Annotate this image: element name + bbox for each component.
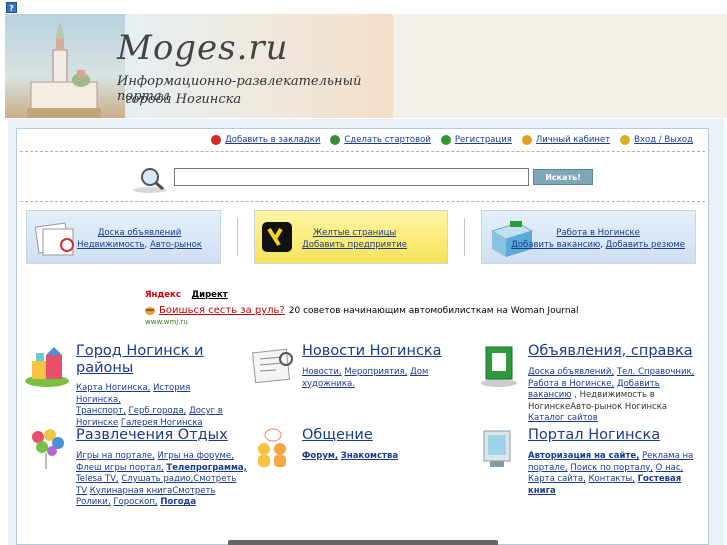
ad-block: Боишься сесть за руль? 20 советов начина… (145, 305, 579, 316)
promo-jobs-title[interactable]: Работа в Ногинске (511, 227, 685, 239)
link-search-portal[interactable]: Поиск по порталу, (570, 463, 653, 473)
promo-classifieds-title[interactable]: Доска объявлений (77, 227, 202, 239)
link-horoscope[interactable]: Гороскоп, (113, 497, 157, 507)
link-cookbook[interactable]: Кулинарная книга (90, 486, 173, 496)
link-events[interactable]: Мероприятия, (344, 367, 407, 377)
link-dating[interactable]: Знакомства (341, 451, 398, 461)
link-tv-program[interactable]: Телепрограмма, (166, 463, 246, 473)
help-icon[interactable]: ? (6, 2, 17, 13)
monitor-icon (483, 430, 511, 467)
link-map[interactable]: Карта Ногинска, (76, 383, 150, 393)
site-subtitle-2: города Ногинска (125, 92, 242, 107)
header-banner[interactable]: Moges.ru Информационно-развлекательный п… (5, 14, 393, 118)
category-portal-title[interactable]: Портал Ногинска (528, 427, 660, 444)
link-transport[interactable]: Транспорт, (76, 406, 126, 416)
ad-body: 20 советов начинающим автомобилисткам на… (288, 305, 579, 316)
promo-link-add-resume[interactable]: Добавить резюме (606, 240, 685, 250)
category-classifieds-title[interactable]: Объявления, справка (528, 343, 693, 360)
search-row: Искать! (20, 156, 705, 202)
toplink-1[interactable]: Сделать стартовой (330, 135, 431, 145)
link-coat-of-arms[interactable]: Герб города, (129, 406, 187, 416)
link-portal-games[interactable]: Игры на портале, (76, 451, 155, 461)
promo-classifieds[interactable]: Доска объявлений Недвижимость, Авто-рыно… (26, 210, 221, 264)
heart-icon (211, 135, 222, 145)
people-chat-icon (258, 428, 286, 467)
link-forum[interactable]: Форум, (302, 451, 338, 461)
link-flash-games[interactable]: Флеш игры портал, (76, 463, 164, 473)
promo-divider (237, 218, 238, 256)
ad-headline[interactable]: Боишься сесть за руль? (159, 305, 285, 316)
link-weather[interactable]: Погода (160, 497, 196, 507)
category-entertainment-title[interactable]: Развлечения Отдых (76, 427, 228, 444)
link-gallery[interactable]: Галерея Ногинска (121, 418, 203, 428)
board-icon (481, 346, 517, 387)
link-telesa-tv[interactable]: Telesa TV, (76, 474, 119, 484)
promo-link-add-vacancy[interactable]: Добавить вакансию (511, 240, 600, 250)
search-input[interactable] (174, 168, 529, 186)
link-news[interactable]: Новости, (302, 367, 342, 377)
ad-url[interactable]: www.wmj.ru (145, 318, 188, 326)
documents-icon (34, 222, 74, 256)
yandex-label: Яндекс (145, 290, 181, 300)
toplink-2[interactable]: Регистрация (440, 135, 512, 145)
link-phonebook[interactable]: Тел. Справочник, (617, 367, 695, 377)
magnifier-icon (133, 168, 167, 193)
balloons-icon (32, 429, 64, 469)
category-city-title[interactable]: Город Ногинск и районы (76, 343, 244, 377)
link-about[interactable]: О нас, (656, 463, 684, 473)
yandex-direct-header: Яндекс Директ (145, 290, 228, 300)
search-button[interactable]: Искать! (533, 169, 593, 185)
promo-yellow-pages[interactable]: Желтые страницы Добавить предприятие (254, 210, 448, 264)
promo-jobs[interactable]: Работа в Ногинске Добавить вакансию, Доб… (481, 210, 696, 264)
link-catalog[interactable]: Каталог сайтов (528, 413, 598, 423)
promo-link-add-company[interactable]: Добавить предприятие (302, 240, 407, 250)
site-logo[interactable]: Moges.ru (117, 28, 289, 68)
link-board[interactable]: Доска объявлений, (528, 367, 614, 377)
toplink-label[interactable]: Личный кабинет (536, 135, 610, 145)
bottom-bar (228, 540, 498, 545)
globe-icon (330, 135, 341, 145)
header-right-band (393, 14, 727, 118)
category-communication-title[interactable]: Общение (302, 427, 373, 444)
newspaper-icon (251, 348, 293, 384)
key-icon (620, 135, 631, 145)
link-contacts[interactable]: Контакты, (588, 474, 634, 484)
toplink-label[interactable]: Сделать стартовой (344, 135, 430, 145)
user-icon (521, 135, 532, 145)
link-forum-games[interactable]: Игры на форуме, (157, 451, 233, 461)
yellow-pages-icon (262, 222, 292, 252)
toplink-3[interactable]: Личный кабинет (521, 135, 610, 145)
link-jobs[interactable]: Работа в Ногинске, (528, 379, 614, 389)
link-auto-market[interactable]: Авто-рынок Ногинска (570, 402, 667, 412)
link-radio[interactable]: Слушать радио, (121, 474, 193, 484)
link-sitemap[interactable]: Карта сайта, (528, 474, 586, 484)
toplink-label[interactable]: Добавить в закладки (225, 135, 320, 145)
direkt-link[interactable]: Директ (192, 290, 228, 300)
link-login[interactable]: Авторизация на сайте, (528, 451, 639, 461)
category-news-title[interactable]: Новости Ногинска (302, 343, 442, 360)
city-icon (25, 347, 69, 387)
promo-yellow-title[interactable]: Желтые страницы (302, 227, 407, 239)
ad-icon (145, 307, 155, 315)
church-icon (27, 22, 101, 118)
check-icon (440, 135, 451, 145)
promo-link-realty[interactable]: Недвижимость (77, 240, 144, 250)
toplink-0[interactable]: Добавить в закладки (211, 135, 320, 145)
promo-divider (464, 218, 465, 256)
promo-link-auto[interactable]: Авто-рынок (150, 240, 202, 250)
toplink-label[interactable]: Регистрация (455, 135, 512, 145)
toplink-4[interactable]: Вход / Выход (620, 135, 693, 145)
toplink-label[interactable]: Вход / Выход (634, 135, 693, 145)
top-links-bar: Добавить в закладки Сделать стартовой Реги… (20, 132, 705, 152)
